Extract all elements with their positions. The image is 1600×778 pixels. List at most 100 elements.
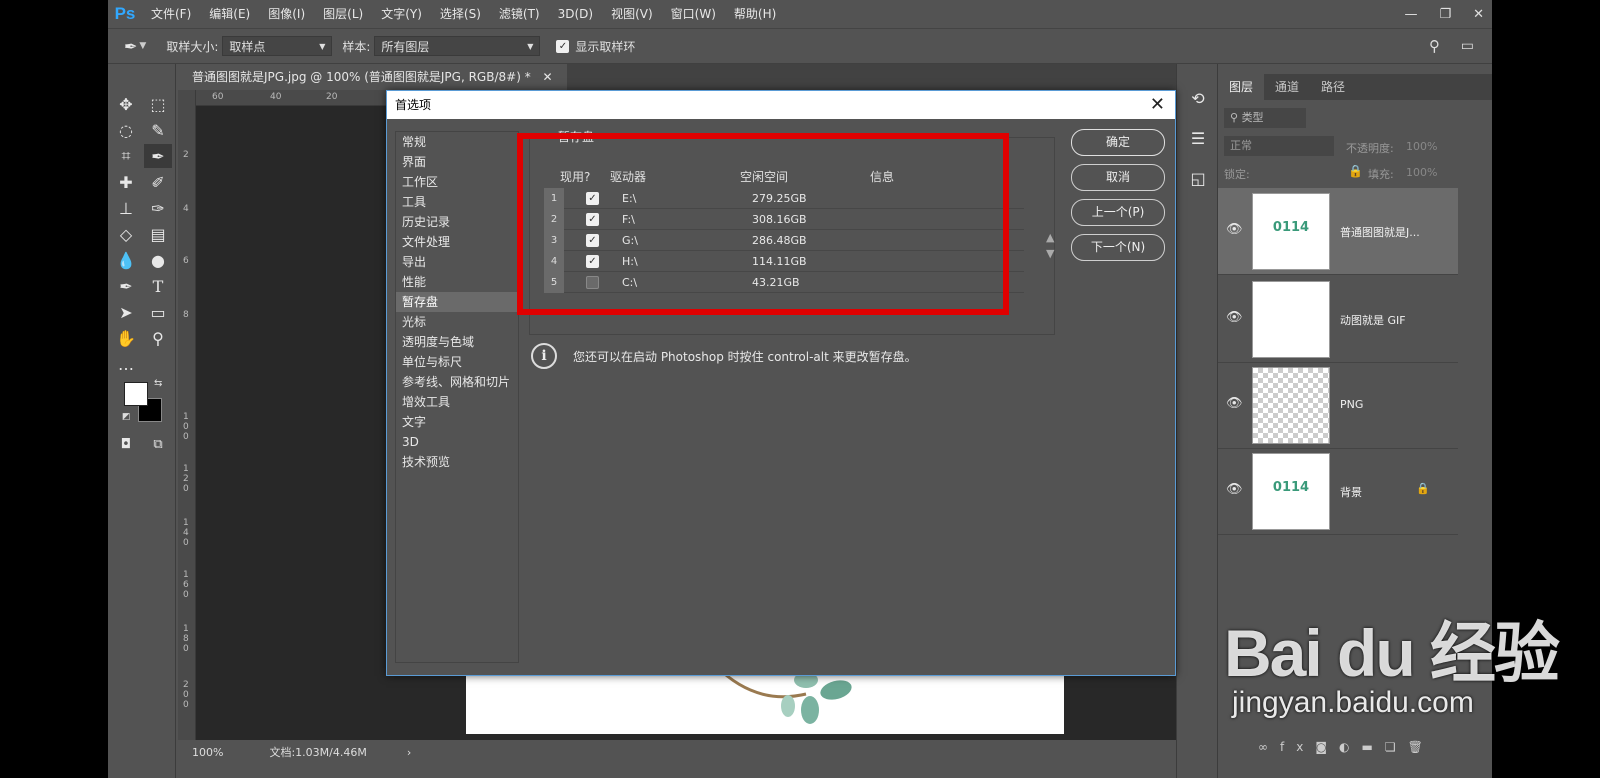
tab-layers[interactable]: 图层 <box>1218 74 1265 100</box>
layer-name[interactable]: PNG <box>1340 398 1363 411</box>
menu-3d[interactable]: 3D(D) <box>549 0 602 28</box>
menu-layer[interactable]: 图层(L) <box>314 0 372 28</box>
trash-icon[interactable]: 🗑 <box>1408 740 1435 754</box>
link-icon[interactable]: ∞ <box>1258 740 1280 754</box>
adjustment-icon[interactable]: ◐ <box>1339 740 1361 754</box>
close-icon[interactable]: ✕ <box>1473 7 1484 22</box>
next-button[interactable]: 下一个(N) <box>1071 234 1165 261</box>
move-tool-icon[interactable]: ✥ <box>112 92 140 116</box>
nav-item-cursors[interactable]: 光标 <box>396 312 518 332</box>
ok-button[interactable]: 确定 <box>1071 129 1165 156</box>
nav-item-plugins[interactable]: 增效工具 <box>396 392 518 412</box>
layer-row[interactable]: 👁 PNG <box>1218 362 1458 449</box>
nav-item-type[interactable]: 文字 <box>396 412 518 432</box>
pen-tool-icon[interactable]: ✒ <box>112 274 140 298</box>
brush-tool-icon[interactable]: ✐ <box>144 170 172 194</box>
zoom-tool-icon[interactable]: ⚲ <box>144 326 172 350</box>
hand-tool-icon[interactable]: ✋ <box>112 326 140 350</box>
menu-select[interactable]: 选择(S) <box>431 0 490 28</box>
paths-panel-icon[interactable]: ◱ <box>1184 166 1212 190</box>
history-brush-tool-icon[interactable]: ✑ <box>144 196 172 220</box>
nav-item-3d[interactable]: 3D <box>396 432 518 452</box>
rectangle-tool-icon[interactable]: ▭ <box>144 300 172 324</box>
nav-item-units-rulers[interactable]: 单位与标尺 <box>396 352 518 372</box>
marquee-tool-icon[interactable]: ⬚ <box>144 92 172 116</box>
nav-item-scratch-disks[interactable]: 暂存盘 <box>396 292 518 312</box>
menu-edit[interactable]: 编辑(E) <box>200 0 259 28</box>
mask-icon[interactable]: ◙ <box>1315 740 1339 754</box>
arrow-down-icon[interactable]: ▼ <box>1046 246 1054 262</box>
nav-item-file-handling[interactable]: 文件处理 <box>396 232 518 252</box>
nav-item-tools[interactable]: 工具 <box>396 192 518 212</box>
new-layer-icon[interactable]: ❏ <box>1385 740 1408 754</box>
restore-icon[interactable]: ❐ <box>1439 7 1451 22</box>
menu-view[interactable]: 视图(V) <box>602 0 662 28</box>
clone-stamp-tool-icon[interactable]: ⊥ <box>112 196 140 220</box>
tab-channels[interactable]: 通道 <box>1264 74 1310 100</box>
show-ring-checkbox[interactable]: ✓ <box>556 39 570 53</box>
visibility-eye-icon[interactable]: 👁 <box>1226 222 1243 237</box>
nav-item-workspace[interactable]: 工作区 <box>396 172 518 192</box>
type-tool-icon[interactable]: T <box>144 274 172 298</box>
swap-colors-icon[interactable]: ⇆ <box>154 378 162 389</box>
default-colors-icon[interactable]: ◩ <box>122 412 131 422</box>
nav-item-guides-grid[interactable]: 参考线、网格和切片 <box>396 372 518 392</box>
opacity-value[interactable]: 100% <box>1406 140 1437 153</box>
nav-item-export[interactable]: 导出 <box>396 252 518 272</box>
layer-row[interactable]: 👁 0114 普通图图就是J... <box>1218 188 1458 275</box>
menu-file[interactable]: 文件(F) <box>142 0 200 28</box>
quick-mask-icon[interactable]: ◘ <box>112 432 140 456</box>
sample-select[interactable]: 所有图层 ▼ <box>374 36 541 56</box>
fx-icon[interactable]: fx <box>1280 740 1315 754</box>
path-select-tool-icon[interactable]: ➤ <box>112 300 140 324</box>
eyedropper-preset-icon[interactable]: ✒ <box>124 37 137 56</box>
blend-mode-select[interactable]: 正常 <box>1224 136 1334 156</box>
more-tools-icon[interactable]: … <box>112 352 140 376</box>
nav-item-performance[interactable]: 性能 <box>396 272 518 292</box>
screen-mode-icon[interactable]: ⧉ <box>144 432 172 456</box>
close-icon[interactable]: ✕ <box>1150 91 1165 119</box>
layer-row[interactable]: 👁 动图就是 GIF <box>1218 276 1458 363</box>
visibility-eye-icon[interactable]: 👁 <box>1226 396 1243 411</box>
chevron-right-icon[interactable]: › <box>407 746 411 759</box>
dodge-tool-icon[interactable]: ● <box>144 248 172 272</box>
arrow-up-icon[interactable]: ▲ <box>1046 230 1054 246</box>
chevron-down-icon[interactable]: ▼ <box>139 41 146 51</box>
document-tab[interactable]: 普通图图就是JPG.jpg @ 100% (普通图图就是JPG, RGB/8#)… <box>178 64 567 90</box>
eraser-tool-icon[interactable]: ◇ <box>112 222 140 246</box>
search-icon[interactable]: ⚲ <box>1429 37 1440 55</box>
nav-item-history[interactable]: 历史记录 <box>396 212 518 232</box>
sample-size-select[interactable]: 取样点 ▼ <box>222 36 333 56</box>
visibility-eye-icon[interactable]: 👁 <box>1226 310 1243 325</box>
menu-filter[interactable]: 滤镜(T) <box>490 0 549 28</box>
document-image[interactable] <box>466 666 1064 734</box>
eyedropper-tool-icon[interactable]: ✒ <box>144 144 172 168</box>
previous-button[interactable]: 上一个(P) <box>1071 199 1165 226</box>
menu-type[interactable]: 文字(Y) <box>372 0 431 28</box>
nav-item-tech-preview[interactable]: 技术预览 <box>396 452 518 472</box>
zoom-level[interactable]: 100% <box>192 746 223 759</box>
minimize-icon[interactable]: — <box>1404 7 1417 22</box>
folder-icon[interactable]: ▬ <box>1361 740 1384 754</box>
layer-name[interactable]: 动图就是 GIF <box>1340 312 1406 328</box>
lasso-tool-icon[interactable]: ◌ <box>112 118 140 142</box>
workspace-icon[interactable]: ▭ <box>1461 38 1474 54</box>
tab-paths[interactable]: 路径 <box>1310 74 1356 100</box>
visibility-eye-icon[interactable]: 👁 <box>1226 482 1243 497</box>
layer-name[interactable]: 普通图图就是J... <box>1340 224 1420 240</box>
layer-filter-select[interactable]: ⚲ 类型 <box>1224 108 1306 128</box>
nav-item-general[interactable]: 常规 <box>396 132 518 152</box>
healing-brush-tool-icon[interactable]: ✚ <box>112 170 140 194</box>
cancel-button[interactable]: 取消 <box>1071 164 1165 191</box>
foreground-color-swatch[interactable] <box>124 382 148 406</box>
layer-row[interactable]: 👁 0114 背景 🔒 <box>1218 448 1458 535</box>
menu-image[interactable]: 图像(I) <box>259 0 314 28</box>
menu-window[interactable]: 窗口(W) <box>662 0 725 28</box>
quick-select-tool-icon[interactable]: ✎ <box>144 118 172 142</box>
history-panel-icon[interactable]: ⟲ <box>1184 86 1212 110</box>
blur-tool-icon[interactable]: 💧 <box>112 248 140 272</box>
fill-value[interactable]: 100% <box>1406 166 1437 179</box>
gradient-tool-icon[interactable]: ▤ <box>144 222 172 246</box>
menu-help[interactable]: 帮助(H) <box>725 0 785 28</box>
close-icon[interactable]: ✕ <box>543 70 553 84</box>
